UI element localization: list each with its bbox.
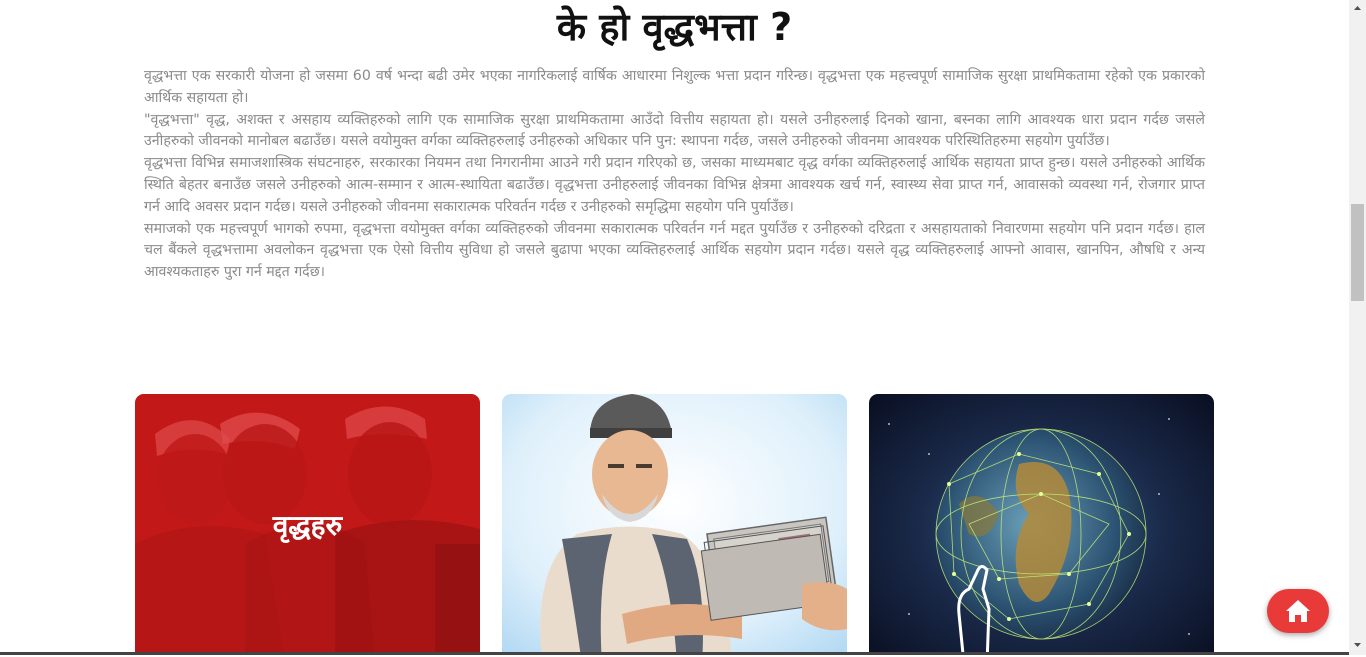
scroll-down-arrow[interactable] <box>1349 636 1366 653</box>
card-elderly[interactable]: वृद्धहरु <box>135 394 480 655</box>
scroll-up-arrow[interactable] <box>1349 0 1366 17</box>
paragraph: "वृद्धभत्ता" वृद्ध, अशक्त र असहाय व्यक्त… <box>144 111 1205 150</box>
home-icon <box>1286 600 1310 622</box>
card-grid: वृद्धहरु <box>135 394 1215 655</box>
home-button[interactable] <box>1267 589 1329 633</box>
paragraph: वृद्धभत्ता एक सरकारी योजना हो जसमा 60 वर… <box>144 68 1205 106</box>
paragraph: समाजको एक महत्त्वपूर्ण भागको रुपमा, वृद्… <box>144 220 1205 281</box>
page-title: के हो वृद्धभत्ता ? <box>556 5 793 49</box>
scroll-thumb[interactable] <box>1351 204 1364 301</box>
page: के हो वृद्धभत्ता ? वृद्धभत्ता एक सरकारी … <box>0 0 1349 655</box>
card-allowance[interactable] <box>502 394 847 655</box>
card-label: वृद्धहरु <box>272 509 343 542</box>
card-digital[interactable] <box>869 394 1214 655</box>
paragraph: वृद्धभत्ता विभिन्न समाजशास्त्रिक संघटनाह… <box>144 155 1205 215</box>
digital-globe-touch-photo <box>869 394 1214 655</box>
vertical-scrollbar[interactable] <box>1349 0 1366 655</box>
elderly-man-receiving-money-illustration <box>502 394 847 655</box>
article-body: वृद्धभत्ता एक सरकारी योजना हो जसमा 60 वर… <box>144 66 1205 284</box>
